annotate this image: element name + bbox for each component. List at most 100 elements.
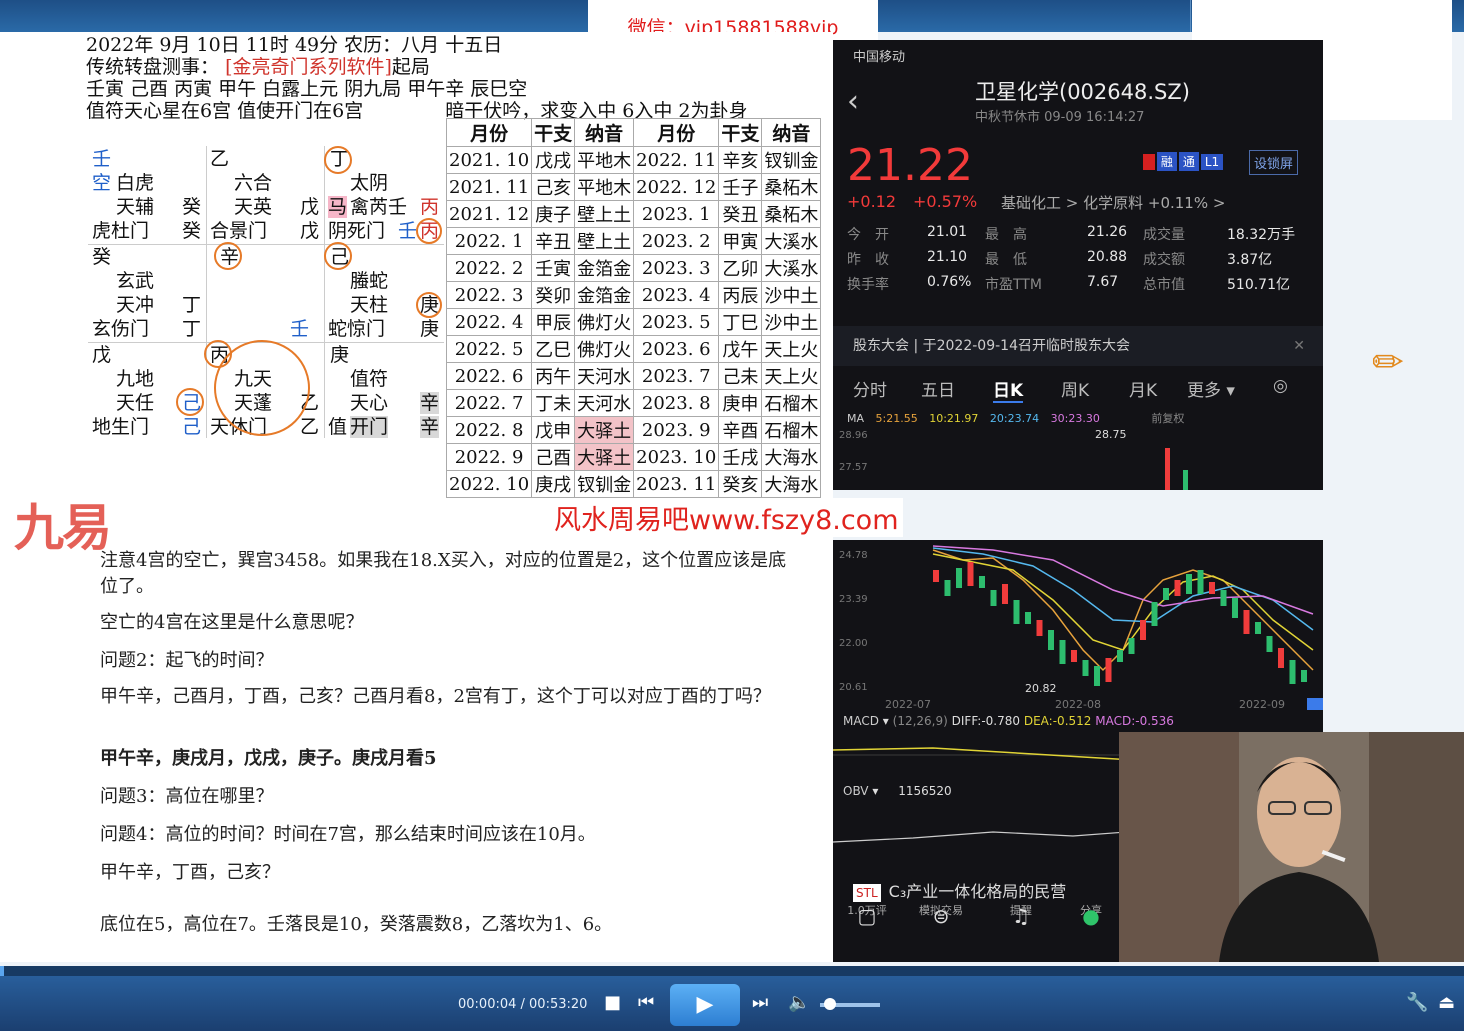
palace6-star: 天心 xyxy=(350,392,389,414)
quote-value: 20.88 xyxy=(1087,249,1128,265)
quote-row: 昨 收 21.10 最 低 20.88 成交额 3.87亿 xyxy=(847,249,1317,274)
stock-flags: 融通 L1 xyxy=(1143,152,1225,171)
tab-daily-k[interactable]: 日K xyxy=(993,376,1024,403)
table-cell: 天河水 xyxy=(574,389,635,417)
palace2-god: 太阴 xyxy=(350,172,389,194)
table-cell: 2022. 6 xyxy=(445,362,533,390)
ma10-line xyxy=(932,553,1314,651)
table-row: 2021. 10 戊戌 平地木 2022. 11 辛亥 钗钏金 xyxy=(445,146,822,174)
table-cell: 2023. 6 xyxy=(633,335,720,363)
candle xyxy=(1002,584,1008,604)
y-tick: 22.00 xyxy=(839,638,868,649)
lock-screen-button[interactable]: 设锁屏 xyxy=(1249,150,1299,175)
fq-label[interactable]: 前复权 xyxy=(1151,412,1184,425)
play-button[interactable]: ▶ xyxy=(670,984,740,1026)
pencil-icon[interactable]: ✏ xyxy=(1372,340,1404,384)
quote-label: 总市值 xyxy=(1143,277,1185,293)
table-cell: 天上火 xyxy=(761,362,822,390)
table-row: 2022. 3 癸卯 金箔金 2023. 4 丙辰 沙中土 xyxy=(445,281,822,309)
quote-row: 今 开 21.01 最 高 21.26 成交量 18.32万手 xyxy=(847,224,1317,249)
volume-slider[interactable] xyxy=(820,998,880,1010)
table-cell: 2022. 8 xyxy=(445,416,533,444)
note-line: 注意4宫的空亡，巽宫3458。如果我在18.X买入，对应的位置是2，这个位置应该… xyxy=(100,550,787,597)
back-icon[interactable]: ‹ xyxy=(847,84,859,119)
col-ganzhi-2: 干支 xyxy=(718,118,763,147)
palace7-star: 天柱 xyxy=(350,294,389,316)
y-tick: 23.39 xyxy=(839,594,868,605)
tab-more[interactable]: 更多 ▾ xyxy=(1187,376,1235,401)
macd-diff: DIFF:-0.780 xyxy=(951,714,1021,728)
table-cell: 2022. 5 xyxy=(445,335,533,363)
palace9-stem: 乙 xyxy=(210,148,230,170)
notice-bar[interactable]: 股东大会 | 于2022-09-14召开临时股东大会 ✕ xyxy=(833,326,1323,366)
tab-intraday[interactable]: 分时 xyxy=(853,376,887,401)
volume-knob[interactable] xyxy=(824,998,836,1010)
table-cell: 庚申 xyxy=(718,389,763,417)
palace3-stem3: 丁 xyxy=(182,318,202,340)
table-row: 2022. 8 戊申 大驿土 2023. 9 辛酉 石榴木 xyxy=(445,416,822,444)
col-nayin: 纳音 xyxy=(574,118,635,147)
volume-icon[interactable]: 🔈 xyxy=(788,992,810,1013)
table-cell: 大驿土 xyxy=(574,443,635,471)
table-cell: 丙辰 xyxy=(718,281,763,309)
macd-label[interactable]: MACD xyxy=(843,714,879,728)
collapse-button[interactable] xyxy=(1307,698,1323,728)
table-cell: 庚子 xyxy=(531,200,576,228)
candle xyxy=(1163,588,1169,600)
table-cell: 2023. 5 xyxy=(633,308,720,336)
wrench-icon[interactable]: 🔧 xyxy=(1406,992,1428,1013)
candle xyxy=(1128,638,1135,654)
palace9-stem2: 戊 xyxy=(300,196,320,218)
progress-fill xyxy=(0,966,5,976)
next-icon[interactable]: ⏭ xyxy=(752,992,768,1013)
palace6-stem: 庚 xyxy=(330,344,350,366)
obv-label[interactable]: OBV xyxy=(843,784,869,798)
table-cell: 丙午 xyxy=(531,362,576,390)
candle xyxy=(1197,570,1204,594)
quote-value: 21.01 xyxy=(927,224,968,240)
progress-bar[interactable] xyxy=(0,966,1464,976)
eject-icon[interactable]: ⏏ xyxy=(1438,992,1455,1013)
table-cell: 2023. 1 xyxy=(633,200,720,228)
tab-monthly-k[interactable]: 月K xyxy=(1129,376,1157,401)
x-tick: 2022-08 xyxy=(1055,698,1101,710)
comment-button[interactable]: ▢ 1.0万评 xyxy=(837,902,897,928)
palace2-star: 禽芮壬 xyxy=(350,196,408,218)
kline-chart-bottom: 24.78 23.39 22.00 20.61 20.82 2022-07 20… xyxy=(839,545,1323,728)
candle xyxy=(956,568,962,588)
candle xyxy=(1071,650,1077,662)
col-month-2: 月份 xyxy=(633,118,720,147)
table-cell: 己亥 xyxy=(531,173,576,201)
flag-badge: L1 xyxy=(1200,154,1224,170)
table-cell: 2022. 12 xyxy=(633,173,720,201)
table-cell: 2022. 2 xyxy=(445,254,533,282)
palace3-star: 天冲 xyxy=(116,294,155,316)
candle xyxy=(967,562,974,586)
sector-link[interactable]: 基础化工 > 化学原料 +0.11% > xyxy=(1001,192,1225,213)
palace4-star: 天辅 xyxy=(116,196,155,218)
candle xyxy=(1243,610,1250,634)
candle xyxy=(1140,620,1146,640)
bell-icon: ♫ xyxy=(1012,904,1030,928)
stock-app-top: 中国移动 ‹ 卫星化学(002648.SZ) 中秋节休市 09-09 16:14… xyxy=(833,40,1323,490)
candle xyxy=(1165,448,1170,490)
alert-button[interactable]: ♫ 提醒 xyxy=(991,902,1051,928)
close-icon[interactable]: ✕ xyxy=(1293,326,1305,366)
circle-mark xyxy=(416,218,442,244)
news-banner[interactable]: STL C₃产业一体化格局的民营 xyxy=(853,878,1066,902)
ma5: 5:21.55 xyxy=(875,412,918,425)
candle xyxy=(1183,470,1188,490)
palace3-door: 玄伤门 xyxy=(92,318,150,340)
tab-weekly-k[interactable]: 周K xyxy=(1061,376,1089,401)
tab-5day[interactable]: 五日 xyxy=(921,376,955,401)
candle xyxy=(1232,598,1238,618)
share-button[interactable]: ● 分享 xyxy=(1061,902,1121,928)
stop-icon[interactable]: ■ xyxy=(604,992,621,1013)
palace6-god: 值符 xyxy=(350,368,389,390)
quote-value: 21.26 xyxy=(1087,224,1128,240)
trade-button[interactable]: ⊜ 模拟交易 xyxy=(911,902,971,928)
prev-icon[interactable]: ⏮ xyxy=(638,992,654,1013)
settings-icon[interactable]: ◎ xyxy=(1273,376,1288,396)
table-cell: 桑柘木 xyxy=(761,173,822,201)
ma-label[interactable]: MA xyxy=(847,412,864,425)
